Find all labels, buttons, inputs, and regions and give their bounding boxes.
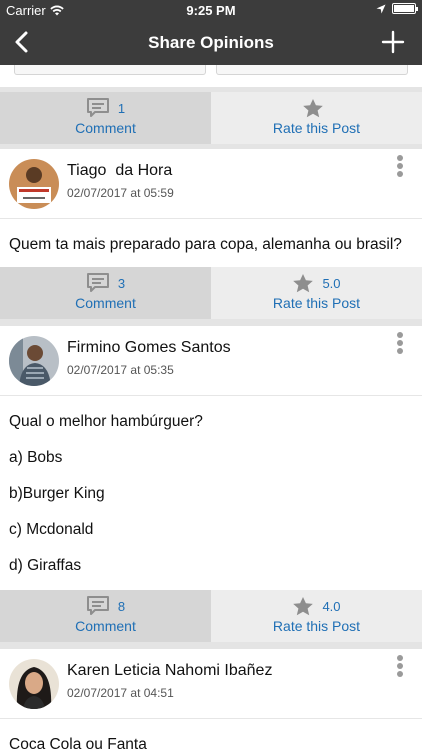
author-name[interactable]: Tiago da Hora (67, 162, 172, 180)
rate-button[interactable]: 5.0 Rate this Post (211, 267, 422, 319)
rate-label: Rate this Post (272, 618, 361, 634)
previous-post-remnant (0, 65, 422, 87)
feed-list[interactable]: 1 Comment Rate this Post Tiago da Hora 0… (0, 65, 422, 750)
post-text-line: a) Bobs (9, 449, 63, 466)
comment-button[interactable]: 3 Comment (0, 267, 211, 319)
post-text-line: Quem ta mais preparado para copa, aleman… (9, 236, 402, 253)
rate-label: Rate this Post (272, 295, 361, 311)
comment-bubble-icon (86, 98, 109, 117)
more-options-icon[interactable] (396, 655, 404, 679)
navigation-bar: Share Opinions (0, 20, 422, 65)
comment-label: Comment (75, 120, 136, 136)
comment-label: Comment (75, 618, 136, 634)
post-header: Karen Leticia Nahomi Ibañez 02/07/2017 a… (0, 649, 422, 719)
post-date: 02/07/2017 at 05:35 (67, 363, 174, 377)
post-card: Karen Leticia Nahomi Ibañez 02/07/2017 a… (0, 649, 422, 750)
post-body: Quem ta mais preparado para copa, aleman… (0, 235, 422, 255)
comment-label: Comment (75, 295, 136, 311)
post-card: Tiago da Hora 02/07/2017 at 05:59 Quem t… (0, 149, 422, 267)
post-body: Coca Cola ou Fanta (0, 735, 422, 750)
page-title: Share Opinions (148, 33, 274, 52)
rate-button[interactable]: Rate this Post (211, 92, 422, 144)
comment-button[interactable]: 8 Comment (0, 590, 211, 642)
comment-count: 8 (117, 598, 126, 614)
comment-count: 3 (117, 275, 126, 291)
comment-button[interactable]: 1 Comment (0, 92, 211, 144)
rate-button[interactable]: 4.0 Rate this Post (211, 590, 422, 642)
author-name[interactable]: Firmino Gomes Santos (67, 339, 231, 357)
post-actions-bar: 3 Comment 5.0 Rate this Post (0, 267, 422, 319)
post-text-line: c) Mcdonald (9, 521, 94, 538)
status-time: 9:25 PM (186, 3, 236, 18)
rating-value: 4.0 (322, 598, 341, 614)
post-header: Tiago da Hora 02/07/2017 at 05:59 (0, 149, 422, 219)
location-arrow-icon (376, 4, 386, 13)
post-actions-bar: 1 Comment Rate this Post (0, 92, 422, 144)
post-text-line: d) Giraffas (9, 557, 82, 574)
comment-count: 1 (117, 100, 126, 116)
comment-bubble-icon (86, 596, 109, 615)
post-card: Firmino Gomes Santos 02/07/2017 at 05:35… (0, 326, 422, 590)
rate-label: Rate this Post (272, 120, 361, 136)
post-actions-bar: 8 Comment 4.0 Rate this Post (0, 590, 422, 642)
more-options-icon[interactable] (396, 332, 404, 356)
rating-value: 5.0 (322, 275, 341, 291)
author-avatar[interactable] (9, 659, 59, 709)
author-avatar[interactable] (9, 336, 59, 386)
status-bar: Carrier 9:25 PM (0, 0, 422, 20)
author-avatar[interactable] (9, 159, 59, 209)
post-body: Qual o melhor hambúrguer? a) Bobs b)Burg… (0, 412, 422, 576)
add-post-plus-icon[interactable] (380, 29, 406, 55)
star-icon (293, 273, 314, 292)
post-text-line: Coca Cola ou Fanta (9, 736, 147, 750)
post-header: Firmino Gomes Santos 02/07/2017 at 05:35 (0, 326, 422, 396)
post-date: 02/07/2017 at 05:59 (67, 186, 174, 200)
battery-icon (392, 3, 418, 14)
post-date: 02/07/2017 at 04:51 (67, 686, 174, 700)
star-icon (302, 98, 323, 117)
comment-bubble-icon (86, 273, 109, 292)
post-text-line: Qual o melhor hambúrguer? (9, 413, 203, 430)
star-icon (293, 596, 314, 615)
author-name[interactable]: Karen Leticia Nahomi Ibañez (67, 662, 272, 680)
post-text-line: b)Burger King (9, 485, 105, 502)
more-options-icon[interactable] (396, 155, 404, 179)
